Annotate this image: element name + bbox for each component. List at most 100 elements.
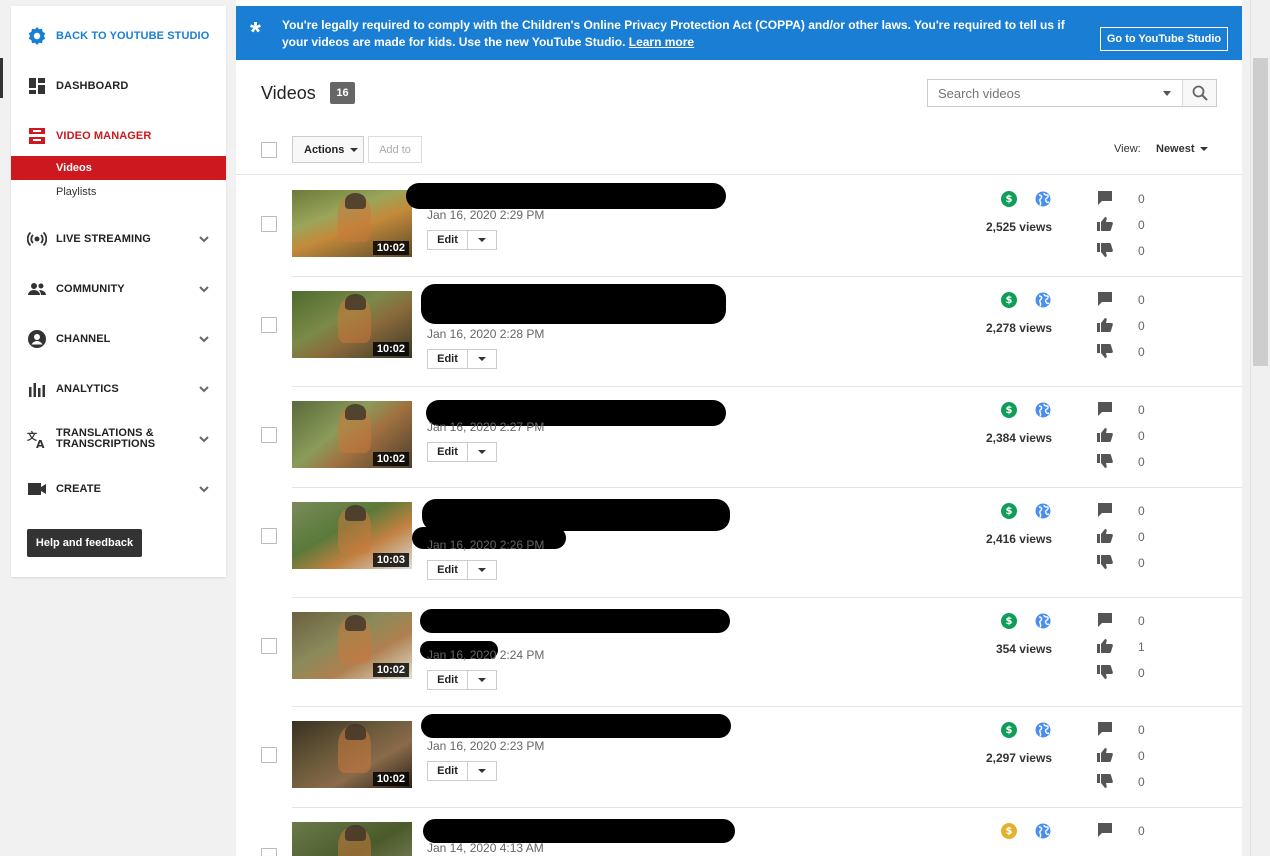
globe-icon[interactable] [1035, 292, 1051, 308]
edit-dropdown-button[interactable] [468, 671, 496, 689]
edit-button[interactable]: Edit [428, 231, 468, 249]
thumbnail-hat [344, 824, 367, 841]
caret-down-icon [478, 568, 486, 572]
monetization-icon[interactable]: $ [1001, 503, 1017, 519]
live-streaming-icon [27, 229, 47, 249]
sidebar: BACK TO YOUTUBE STUDIO DASHBOARD VIDEO M… [11, 6, 226, 577]
globe-icon[interactable] [1035, 402, 1051, 418]
thumbs-up-icon [1097, 528, 1113, 544]
video-select-checkbox[interactable] [261, 528, 277, 544]
sidebar-subitem-playlists[interactable]: Playlists [11, 180, 226, 204]
monetization-icon[interactable]: $ [1001, 402, 1017, 418]
redacted-title [421, 714, 731, 738]
sidebar-item-dashboard[interactable]: DASHBOARD [11, 71, 226, 101]
monetization-icon[interactable]: $ [1001, 722, 1017, 738]
dislike-count: 0 [1138, 775, 1145, 789]
add-to-button[interactable]: Add to [368, 136, 422, 163]
edit-dropdown-button[interactable] [468, 443, 496, 461]
sidebar-item-label: CHANNEL [56, 332, 111, 345]
go-to-studio-button[interactable]: Go to YouTube Studio [1100, 27, 1228, 51]
video-thumbnail[interactable]: 10:03 [292, 502, 412, 569]
coppa-banner: * You're legally required to comply with… [236, 6, 1242, 60]
video-duration: 10:03 [372, 553, 409, 567]
sidebar-item-label: CREATE [56, 482, 102, 495]
like-count: 0 [1138, 530, 1145, 544]
edit-dropdown-button[interactable] [468, 762, 496, 780]
video-thumbnail[interactable]: 10:02 [292, 190, 412, 257]
video-thumbnail[interactable]: 10:02 [292, 721, 412, 788]
sidebar-item-label: VIDEO MANAGER [56, 129, 152, 142]
sidebar-item-video-manager[interactable]: VIDEO MANAGER [11, 121, 226, 151]
comment-icon [1097, 502, 1113, 518]
thumbnail-hat [344, 403, 367, 420]
caret-down-icon [478, 678, 486, 682]
caret-down-icon [478, 357, 486, 361]
help-feedback-button[interactable]: Help and feedback [27, 529, 142, 557]
globe-icon[interactable] [1035, 823, 1051, 839]
video-duration: 10:02 [372, 241, 409, 255]
edit-button[interactable]: Edit [428, 762, 468, 780]
video-thumbnail[interactable] [292, 822, 412, 856]
thumbnail-hat [344, 723, 367, 740]
edit-dropdown-button[interactable] [468, 561, 496, 579]
select-all-checkbox[interactable] [261, 142, 277, 158]
comment-count: 0 [1138, 824, 1145, 838]
thumbnail-hat [344, 293, 367, 310]
sidebar-item-analytics[interactable]: ANALYTICS [11, 374, 226, 404]
video-select-checkbox[interactable] [261, 848, 277, 856]
view-count: 2,297 views [985, 751, 1052, 765]
globe-icon[interactable] [1035, 613, 1051, 629]
edit-dropdown-button[interactable] [468, 350, 496, 368]
edit-button[interactable]: Edit [428, 443, 468, 461]
globe-icon[interactable] [1035, 503, 1051, 519]
video-thumbnail[interactable]: 10:02 [292, 291, 412, 358]
sidebar-item-translations[interactable]: 文A TRANSLATIONS & TRANSCRIPTIONS [11, 424, 226, 454]
edit-button[interactable]: Edit [428, 671, 468, 689]
thumbs-up-icon [1097, 638, 1113, 654]
view-sort-select[interactable]: Newest [1156, 143, 1208, 155]
video-thumbnail[interactable]: 10:02 [292, 401, 412, 468]
comment-count: 0 [1138, 614, 1145, 628]
redacted-title [421, 284, 726, 324]
learn-more-link[interactable]: Learn more [629, 35, 694, 49]
thumbnail-hat [344, 614, 367, 631]
edit-button[interactable]: Edit [428, 350, 468, 368]
edit-button-group: Edit [427, 560, 497, 580]
video-manager-icon [27, 126, 47, 146]
video-select-checkbox[interactable] [261, 317, 277, 333]
monetization-icon[interactable]: $ [1001, 191, 1017, 207]
sidebar-item-live-streaming[interactable]: LIVE STREAMING [11, 224, 226, 254]
caret-down-icon [478, 769, 486, 773]
sidebar-subitem-videos[interactable]: Videos [11, 156, 226, 180]
video-select-checkbox[interactable] [261, 747, 277, 763]
sidebar-item-channel[interactable]: CHANNEL [11, 324, 226, 354]
video-thumbnail[interactable]: 10:02 [292, 612, 412, 679]
video-row: 10:02 Jan 16, 2020 2:27 PM Edit $2,384 view… [236, 386, 1242, 488]
sidebar-item-community[interactable]: COMMUNITY [11, 274, 226, 304]
comment-count: 0 [1138, 723, 1145, 737]
monetization-icon[interactable]: $ [1001, 613, 1017, 629]
sidebar-item-create[interactable]: CREATE [11, 474, 226, 504]
edit-button[interactable]: Edit [428, 561, 468, 579]
search-dropdown-caret-icon[interactable] [1163, 91, 1171, 96]
video-select-checkbox[interactable] [261, 427, 277, 443]
chevron-down-icon [199, 336, 209, 343]
video-row: Jan 14, 2020 4:13 AM $0 [236, 807, 1242, 856]
back-to-studio-link[interactable]: BACK TO YOUTUBE STUDIO [11, 21, 226, 51]
edit-dropdown-button[interactable] [468, 231, 496, 249]
redacted-title [420, 609, 730, 633]
redacted-title [423, 819, 735, 843]
globe-icon[interactable] [1035, 722, 1051, 738]
thumbs-down-icon [1097, 554, 1113, 570]
chevron-down-icon [199, 436, 209, 443]
page-scrollbar[interactable] [1250, 0, 1270, 856]
monetization-icon[interactable]: $ [1001, 823, 1017, 839]
scrollbar-thumb[interactable] [1253, 58, 1268, 366]
search-button[interactable] [1182, 80, 1216, 106]
monetization-icon[interactable]: $ [1001, 292, 1017, 308]
globe-icon[interactable] [1035, 191, 1051, 207]
video-select-checkbox[interactable] [261, 216, 277, 232]
video-select-checkbox[interactable] [261, 638, 277, 654]
search-input[interactable] [928, 80, 1158, 106]
actions-button[interactable]: Actions [292, 136, 364, 163]
